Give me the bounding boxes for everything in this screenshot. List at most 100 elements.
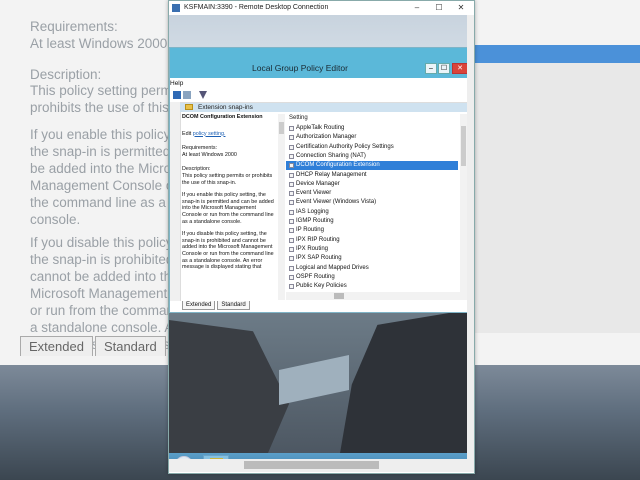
setting-label: Certification Authority Policy Settings [296,143,394,150]
setting-label: IPX Routing [296,245,329,252]
policy-setting-icon [289,135,294,141]
rock-right [339,310,467,459]
setting-row[interactable]: IAS Logging [286,208,458,217]
policy-setting-icon [289,237,294,243]
list-view-icon[interactable] [183,91,191,99]
setting-row[interactable]: Certification Authority Policy Settings [286,143,458,152]
rdp-horizontal-scrollbar[interactable] [169,459,474,472]
settings-list: Setting AppleTalk Routing Authorization M… [286,114,458,300]
policy-description-pane: DCOM Configuration Extension Edit policy… [182,114,276,300]
rdp-vertical-scrollbar[interactable] [467,15,474,459]
setting-row[interactable]: Authorization Manager [286,133,458,142]
remote-wallpaper-rocks [169,310,467,459]
rdp-title-bar[interactable]: KSFMAIN:3390 - Remote Desktop Connection… [169,1,474,15]
policy-setting-icon [289,228,294,234]
disable-paragraph: If you disable this policy setting, the … [182,231,274,271]
rdp-minimize-button[interactable]: – [406,2,428,14]
policy-setting-icon [289,265,294,271]
policy-title: DCOM Configuration Extension [182,114,263,120]
local-group-policy-editor-window: Local Group Policy Editor – ☐ ✕ Help Ext… [169,47,467,313]
folder-icon [185,104,193,110]
section-header-label: Extension snap-ins [198,104,253,111]
setting-label: Event Viewer [296,190,332,197]
settings-hscroll-thumb[interactable] [334,293,344,299]
rdp-app-icon [172,4,180,12]
description-heading: Description: [182,166,211,173]
setting-label: IGMP Routing [296,218,334,224]
setting-row[interactable]: IPX RIP Routing [286,236,458,245]
policy-setting-icon [289,274,294,280]
setting-row[interactable]: AppleTalk Routing [286,124,458,133]
policy-setting-icon [289,172,294,178]
remote-desktop: Local Group Policy Editor – ☐ ✕ Help Ext… [169,15,467,459]
setting-row[interactable]: Logical and Mapped Drives [286,264,458,273]
policy-setting-icon [289,163,294,169]
host-description-heading: Description: [30,67,102,82]
policy-setting-icon [289,153,294,159]
tree-pane-edge[interactable] [170,102,181,301]
settings-scrollbar[interactable] [460,114,467,300]
setting-label: IPX RIP Routing [296,236,340,243]
view-tabs: Extended Standard [182,301,252,310]
gpe-close-button[interactable]: ✕ [452,63,467,74]
edit-prefix: Edit [182,130,192,137]
help-icon[interactable] [173,91,181,99]
setting-row[interactable]: OSPF Routing [286,273,458,282]
host-enable-paragraph: If you enable this policy s the snap-in … [30,127,186,227]
host-tab-standard: Standard [94,336,166,356]
setting-row[interactable]: Connection Sharing (NAT) [286,152,458,161]
gpe-minimize-button[interactable]: – [425,63,437,74]
tab-extended[interactable]: Extended [182,301,216,310]
description-scrollbar[interactable] [278,114,285,300]
policy-setting-icon [289,256,294,262]
rdp-close-button[interactable]: ✕ [450,2,472,14]
gpe-section-header: Extension snap-ins [180,103,467,112]
description-scroll-thumb[interactable] [279,122,284,134]
setting-row[interactable]: DCOM Configuration Extension [286,161,458,171]
setting-row[interactable]: Device Manager [286,180,458,189]
setting-label: Authorization Manager [296,134,357,141]
setting-label: IPX SAP Routing [296,255,342,262]
policy-setting-icon [289,191,294,197]
setting-label: IAS Logging [296,208,329,215]
setting-row[interactable]: IPX Routing [286,245,458,254]
policy-setting-icon [289,284,294,290]
policy-setting-icon [289,200,294,206]
host-selection-bar [468,45,640,63]
setting-row[interactable]: Public Key Policies [286,282,458,291]
gpe-title: Local Group Policy Editor [252,63,348,73]
setting-row[interactable]: Event Viewer (Windows Vista) [286,198,458,207]
water-reflection [279,355,349,405]
policy-setting-icon [289,144,294,150]
setting-row[interactable]: IGMP Routing [286,217,458,226]
setting-label: Event Viewer (Windows Vista) [296,199,377,206]
setting-label: Public Key Policies [296,283,347,290]
policy-setting-icon [289,219,294,224]
setting-label: OSPF Routing [296,273,335,280]
gpe-menu-bar: Help [170,78,467,88]
rdp-maximize-button[interactable]: ☐ [428,2,450,14]
settings-column-header[interactable]: Setting [286,114,458,123]
settings-hscrollbar[interactable] [286,292,460,300]
gpe-title-bar[interactable]: Local Group Policy Editor – ☐ ✕ [170,48,467,78]
host-description-body: This policy setting permit prohibits the… [30,83,179,115]
setting-label: AppleTalk Routing [296,125,345,131]
edit-policy-line: Edit policy setting. [182,131,276,138]
filter-icon[interactable] [199,91,207,99]
setting-column-label: Setting [289,115,308,121]
setting-row[interactable]: Event Viewer [286,189,458,198]
setting-row[interactable]: DHCP Relay Management [286,171,458,180]
setting-row[interactable]: IPX SAP Routing [286,254,458,263]
menu-help[interactable]: Help [170,80,183,87]
rdp-title: KSFMAIN:3390 - Remote Desktop Connection [184,4,329,11]
rdp-horizontal-scroll-thumb[interactable] [244,461,379,469]
rock-left [169,320,289,459]
gpe-toolbar [170,88,467,103]
host-settings-pane [468,63,640,333]
policy-setting-icon [289,246,294,252]
setting-row[interactable]: IP Routing [286,226,458,235]
gpe-maximize-button[interactable]: ☐ [438,63,450,74]
settings-scroll-thumb[interactable] [461,126,466,166]
tab-standard[interactable]: Standard [217,301,250,310]
edit-policy-setting-link[interactable]: policy setting. [193,131,226,137]
